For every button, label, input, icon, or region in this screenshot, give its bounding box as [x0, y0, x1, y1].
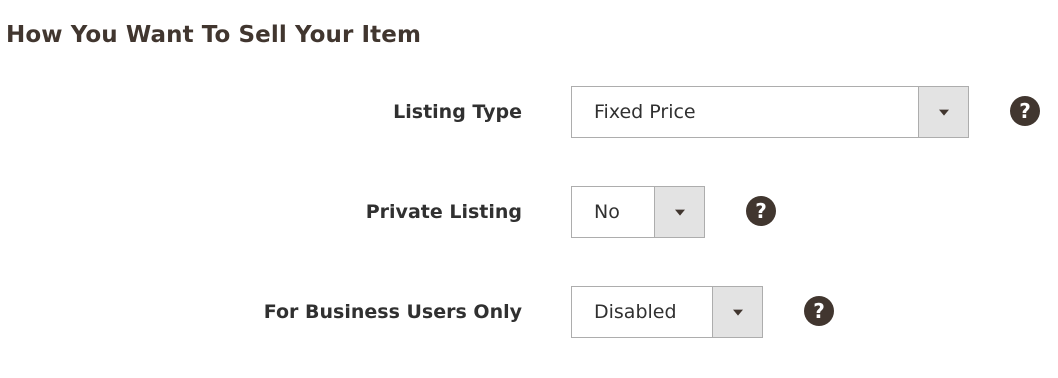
private-listing-dropdown-toggle[interactable]	[654, 187, 704, 237]
private-listing-label: Private Listing	[365, 201, 522, 223]
listing-type-dropdown-toggle[interactable]	[918, 87, 968, 137]
help-glyph: ?	[755, 199, 767, 223]
help-glyph: ?	[1019, 99, 1031, 123]
triangle-down-icon	[938, 109, 949, 116]
business-users-only-label: For Business Users Only	[263, 301, 522, 323]
question-circle-icon[interactable]: ?	[804, 296, 834, 326]
listing-type-row: Listing Type Fixed Price ?	[0, 86, 1058, 138]
business-users-only-value: Disabled	[594, 301, 677, 323]
help-glyph: ?	[813, 299, 825, 323]
business-users-only-row: For Business Users Only Disabled ?	[0, 286, 1058, 338]
question-circle-icon[interactable]: ?	[1010, 96, 1040, 126]
triangle-down-icon	[732, 309, 743, 316]
business-users-only-dropdown-toggle[interactable]	[712, 287, 762, 337]
triangle-down-icon	[674, 209, 685, 216]
private-listing-row: Private Listing No ?	[0, 186, 1058, 238]
section-title: How You Want To Sell Your Item	[6, 22, 422, 48]
question-circle-icon[interactable]: ?	[746, 196, 776, 226]
listing-type-value: Fixed Price	[594, 101, 696, 123]
listing-type-select[interactable]: Fixed Price	[571, 86, 969, 138]
business-users-only-select[interactable]: Disabled	[571, 286, 763, 338]
listing-type-label: Listing Type	[393, 101, 522, 123]
private-listing-select[interactable]: No	[571, 186, 705, 238]
private-listing-value: No	[594, 201, 620, 223]
